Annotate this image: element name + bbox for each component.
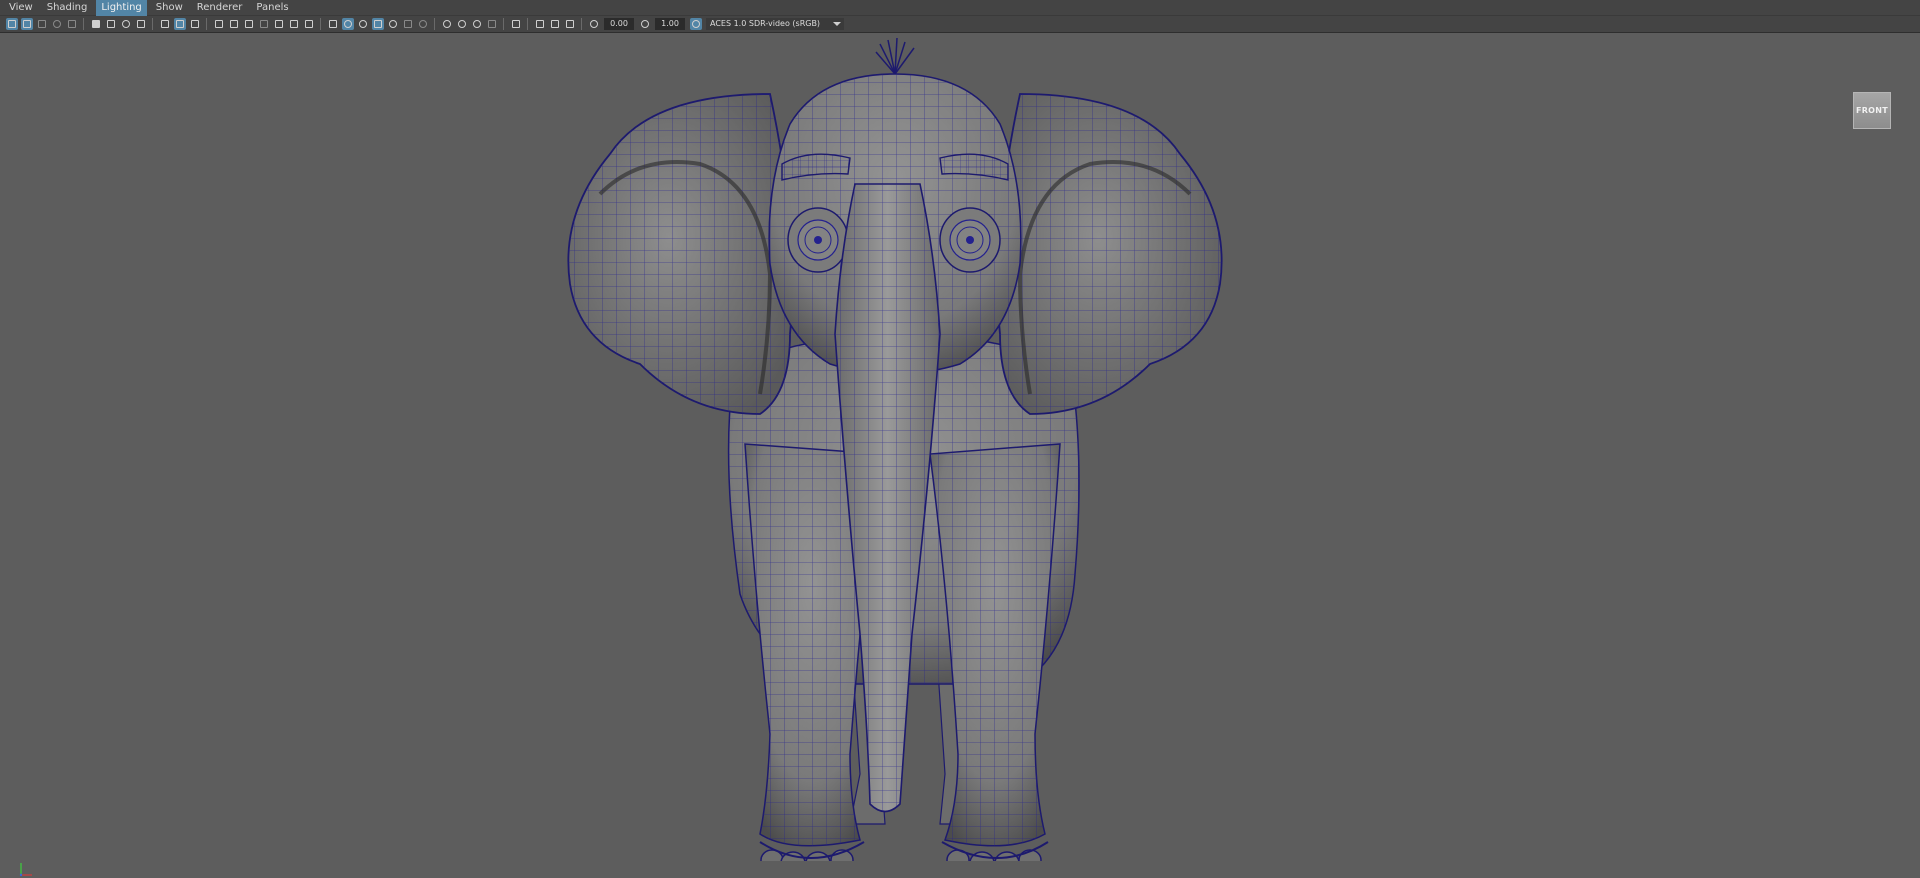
gamma-icon[interactable] [639,18,651,30]
image-plane-icon[interactable] [51,18,63,30]
smooth-shade-icon[interactable] [341,18,354,30]
ambient-occlusion-icon[interactable] [417,18,429,30]
chevron-down-icon [833,22,841,26]
3d-viewport[interactable]: FRONT [0,34,1920,877]
view-cube[interactable]: FRONT [1853,92,1891,129]
safe-title-icon[interactable] [288,18,300,30]
resolution-gate-icon[interactable] [228,18,240,30]
grease-pencil-icon[interactable] [159,18,171,30]
menu-lighting[interactable]: Lighting [96,0,147,16]
safe-action-icon[interactable] [273,18,285,30]
toolbar-separator [83,18,84,30]
toenails-left [760,849,854,875]
textured-icon[interactable] [371,18,384,30]
bookmarks-icon[interactable] [36,18,48,30]
anti-aliasing-icon[interactable] [564,18,576,30]
viewport-menubar: View Shading Lighting Show Renderer Pane… [0,0,1920,16]
gamma-field[interactable] [655,18,685,30]
ear-left-wireframe [568,94,793,414]
axis-gizmo-icon [19,863,32,877]
field-chart-icon[interactable] [258,18,270,30]
toolbar-separator [434,18,435,30]
xray-joints-icon[interactable] [471,18,483,30]
paint-icon[interactable] [189,18,201,30]
exposure-field[interactable] [604,18,634,30]
exposure-icon[interactable] [588,18,600,30]
selection-highlight-icon[interactable] [510,18,522,30]
menu-renderer[interactable]: Renderer [192,0,248,16]
wireframe-on-shaded-icon[interactable] [357,18,369,30]
lighting-icon[interactable] [387,18,399,30]
ear-right-wireframe [997,94,1222,414]
menu-shading[interactable]: Shading [42,0,93,16]
screen-space-ao-icon[interactable] [534,18,546,30]
toolbar-separator [152,18,153,30]
backface-culling-icon[interactable] [486,18,498,30]
elephant-model [567,37,1223,875]
camera-tumble-icon[interactable] [120,18,132,30]
xray-icon[interactable] [456,18,468,30]
grid-icon[interactable] [173,18,186,30]
color-management-icon[interactable] [689,18,702,30]
toolbar-separator [503,18,504,30]
text-overlay-icon[interactable] [303,18,315,30]
hair-tuft [875,37,915,75]
color-space-label: ACES 1.0 SDR-video (sRGB) [710,19,821,28]
toolbar-separator [527,18,528,30]
toolbar-separator [320,18,321,30]
menu-panels[interactable]: Panels [251,0,293,16]
toolbar-separator [206,18,207,30]
menu-view[interactable]: View [4,0,38,16]
viewport-toolbar: ACES 1.0 SDR-video (sRGB) [0,16,1920,33]
select-camera-icon[interactable] [5,18,18,30]
isolate-select-icon[interactable] [441,18,453,30]
color-space-dropdown[interactable]: ACES 1.0 SDR-video (sRGB) [706,18,844,30]
wireframe-icon[interactable] [327,18,339,30]
bookmark-icon[interactable] [135,18,147,30]
menu-show[interactable]: Show [151,0,188,16]
eye-left [787,207,849,273]
two-d-pan-icon[interactable] [66,18,78,30]
motion-blur-icon[interactable] [549,18,561,30]
camera-icon[interactable] [90,18,102,30]
toolbar-separator [581,18,582,30]
gate-mask-icon[interactable] [243,18,255,30]
camera-attributes-icon[interactable] [20,18,33,30]
film-gate-icon[interactable] [213,18,225,30]
camera-lock-icon[interactable] [105,18,117,30]
shadows-icon[interactable] [402,18,414,30]
eye-right [939,207,1001,273]
